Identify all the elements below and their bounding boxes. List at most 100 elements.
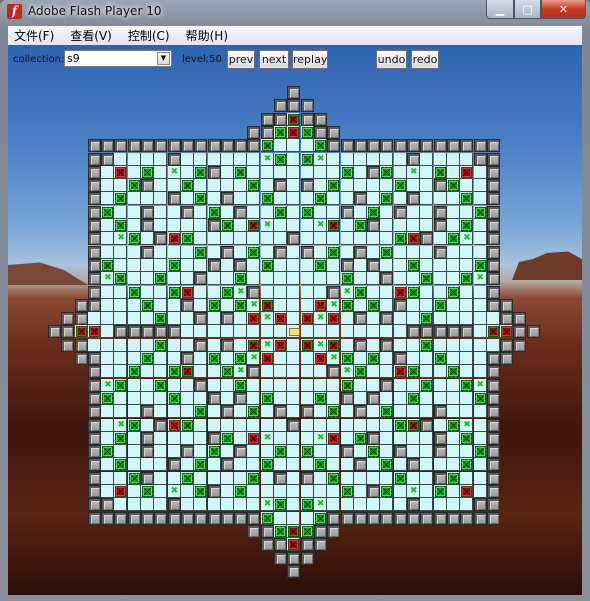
collection-label: collection: bbox=[13, 54, 65, 65]
next-button[interactable]: next bbox=[259, 50, 289, 69]
floor-tile: ✖ bbox=[327, 298, 341, 312]
wall-tile bbox=[207, 391, 221, 405]
wall-tile bbox=[460, 139, 474, 153]
wall-tile bbox=[207, 485, 221, 498]
floor-tile bbox=[274, 378, 287, 392]
floor-tile bbox=[460, 179, 474, 193]
wall-tile bbox=[154, 418, 168, 432]
sokoban-board[interactable]: ✖ ✖ ✖ ✖ ✖ ✖ ✖ ✖ ✖ ✖ ✖ ✖ ✖ ✖ ✖ ✖ ✖ ✖ ✖ ✖ ✖ ✖ ✖ ✖ ✖ ✖ ✖ ✖ ✖ ✖ ✖ ✖ bbox=[8, 86, 582, 586]
floor-tile bbox=[473, 418, 487, 432]
floor-tile bbox=[154, 365, 168, 379]
wall-tile bbox=[234, 139, 248, 153]
crate-on-goal bbox=[288, 525, 300, 537]
floor-tile bbox=[460, 378, 474, 392]
floor-tile bbox=[353, 165, 367, 179]
floor-tile bbox=[154, 405, 168, 419]
floor-tile bbox=[433, 285, 447, 299]
floor-tile bbox=[433, 298, 447, 312]
floor-tile bbox=[380, 498, 394, 512]
minimize-button[interactable]: ▁ bbox=[486, 0, 514, 19]
floor-tile bbox=[207, 418, 221, 432]
floor-tile bbox=[260, 258, 274, 272]
floor-tile bbox=[274, 312, 287, 326]
floor-tile bbox=[446, 338, 460, 352]
floor-tile bbox=[234, 405, 248, 419]
floor-tile bbox=[167, 338, 181, 352]
crate-on-goal bbox=[275, 313, 286, 325]
floor-tile bbox=[446, 245, 460, 259]
floor-tile bbox=[234, 245, 248, 259]
menu-file[interactable]: 文件(F) bbox=[14, 27, 54, 44]
menu-help[interactable]: 帮助(H) bbox=[186, 27, 228, 44]
goal-marker-icon: ✖ bbox=[316, 499, 325, 510]
maximize-button[interactable]: □ bbox=[514, 0, 541, 19]
floor-tile bbox=[207, 352, 221, 365]
floor-tile bbox=[114, 205, 128, 219]
close-button[interactable]: ✕ bbox=[541, 0, 586, 19]
floor-tile bbox=[407, 245, 420, 259]
floor-tile bbox=[127, 245, 141, 259]
floor-tile bbox=[154, 312, 168, 326]
floor-tile bbox=[127, 219, 141, 232]
collection-select[interactable]: s9 ▼ bbox=[64, 50, 172, 67]
floor-tile bbox=[460, 405, 474, 419]
prev-button[interactable]: prev bbox=[227, 50, 255, 69]
floor-tile bbox=[300, 511, 314, 525]
floor-tile bbox=[446, 378, 460, 392]
replay-button[interactable]: replay bbox=[292, 50, 328, 69]
floor-tile bbox=[260, 325, 274, 339]
crate bbox=[394, 472, 406, 484]
floor-tile bbox=[234, 458, 248, 472]
goal-marker-icon: ✖ bbox=[343, 366, 352, 377]
floor-tile bbox=[101, 431, 115, 445]
floor-tile bbox=[274, 232, 287, 246]
floor-tile bbox=[313, 418, 327, 432]
wall-tile bbox=[393, 139, 407, 153]
floor-tile bbox=[141, 418, 154, 432]
goal-marker-icon: ✖ bbox=[330, 353, 338, 363]
floor-tile bbox=[473, 232, 487, 246]
floor-tile bbox=[287, 391, 301, 405]
floor-tile: ✖ bbox=[260, 498, 274, 512]
menu-control[interactable]: 控制(C) bbox=[128, 27, 170, 44]
crate bbox=[128, 180, 140, 192]
goal-marker-icon: ✖ bbox=[263, 432, 272, 443]
chevron-down-icon[interactable]: ▼ bbox=[157, 52, 170, 65]
floor-tile bbox=[473, 219, 487, 232]
crate bbox=[354, 432, 366, 444]
floor-tile bbox=[274, 192, 287, 206]
wall-tile bbox=[473, 498, 487, 512]
floor-tile bbox=[127, 312, 141, 326]
title-bar[interactable]: f Adobe Flash Player 10 ▁ □ ✕ bbox=[0, 0, 590, 26]
floor-tile bbox=[407, 298, 420, 312]
floor-tile bbox=[220, 285, 234, 299]
floor-tile bbox=[340, 338, 354, 352]
crate bbox=[301, 153, 313, 165]
floor-tile bbox=[420, 272, 434, 286]
redo-button[interactable]: redo bbox=[411, 50, 439, 69]
floor-tile bbox=[473, 405, 487, 419]
floor-tile bbox=[127, 298, 141, 312]
crate bbox=[102, 392, 114, 404]
floor-tile bbox=[220, 485, 234, 498]
floor-tile bbox=[167, 205, 181, 219]
floor-tile bbox=[87, 312, 101, 326]
floor-tile bbox=[207, 285, 221, 299]
crate bbox=[408, 286, 419, 298]
floor-tile bbox=[180, 312, 194, 326]
wall-tile bbox=[486, 458, 500, 472]
floor-tile bbox=[141, 352, 154, 365]
floor-tile bbox=[154, 338, 168, 352]
floor-tile: ✖ bbox=[260, 431, 274, 445]
floor-tile bbox=[220, 378, 234, 392]
wall-tile bbox=[433, 405, 447, 419]
menu-view[interactable]: 查看(V) bbox=[70, 27, 112, 44]
floor-tile bbox=[114, 312, 128, 326]
floor-tile bbox=[367, 192, 381, 206]
wall-tile bbox=[220, 511, 234, 525]
wall-tile bbox=[167, 498, 181, 512]
floor-tile bbox=[420, 365, 434, 379]
floor-tile bbox=[367, 498, 381, 512]
undo-button[interactable]: undo bbox=[376, 50, 407, 69]
floor-tile bbox=[367, 338, 381, 352]
